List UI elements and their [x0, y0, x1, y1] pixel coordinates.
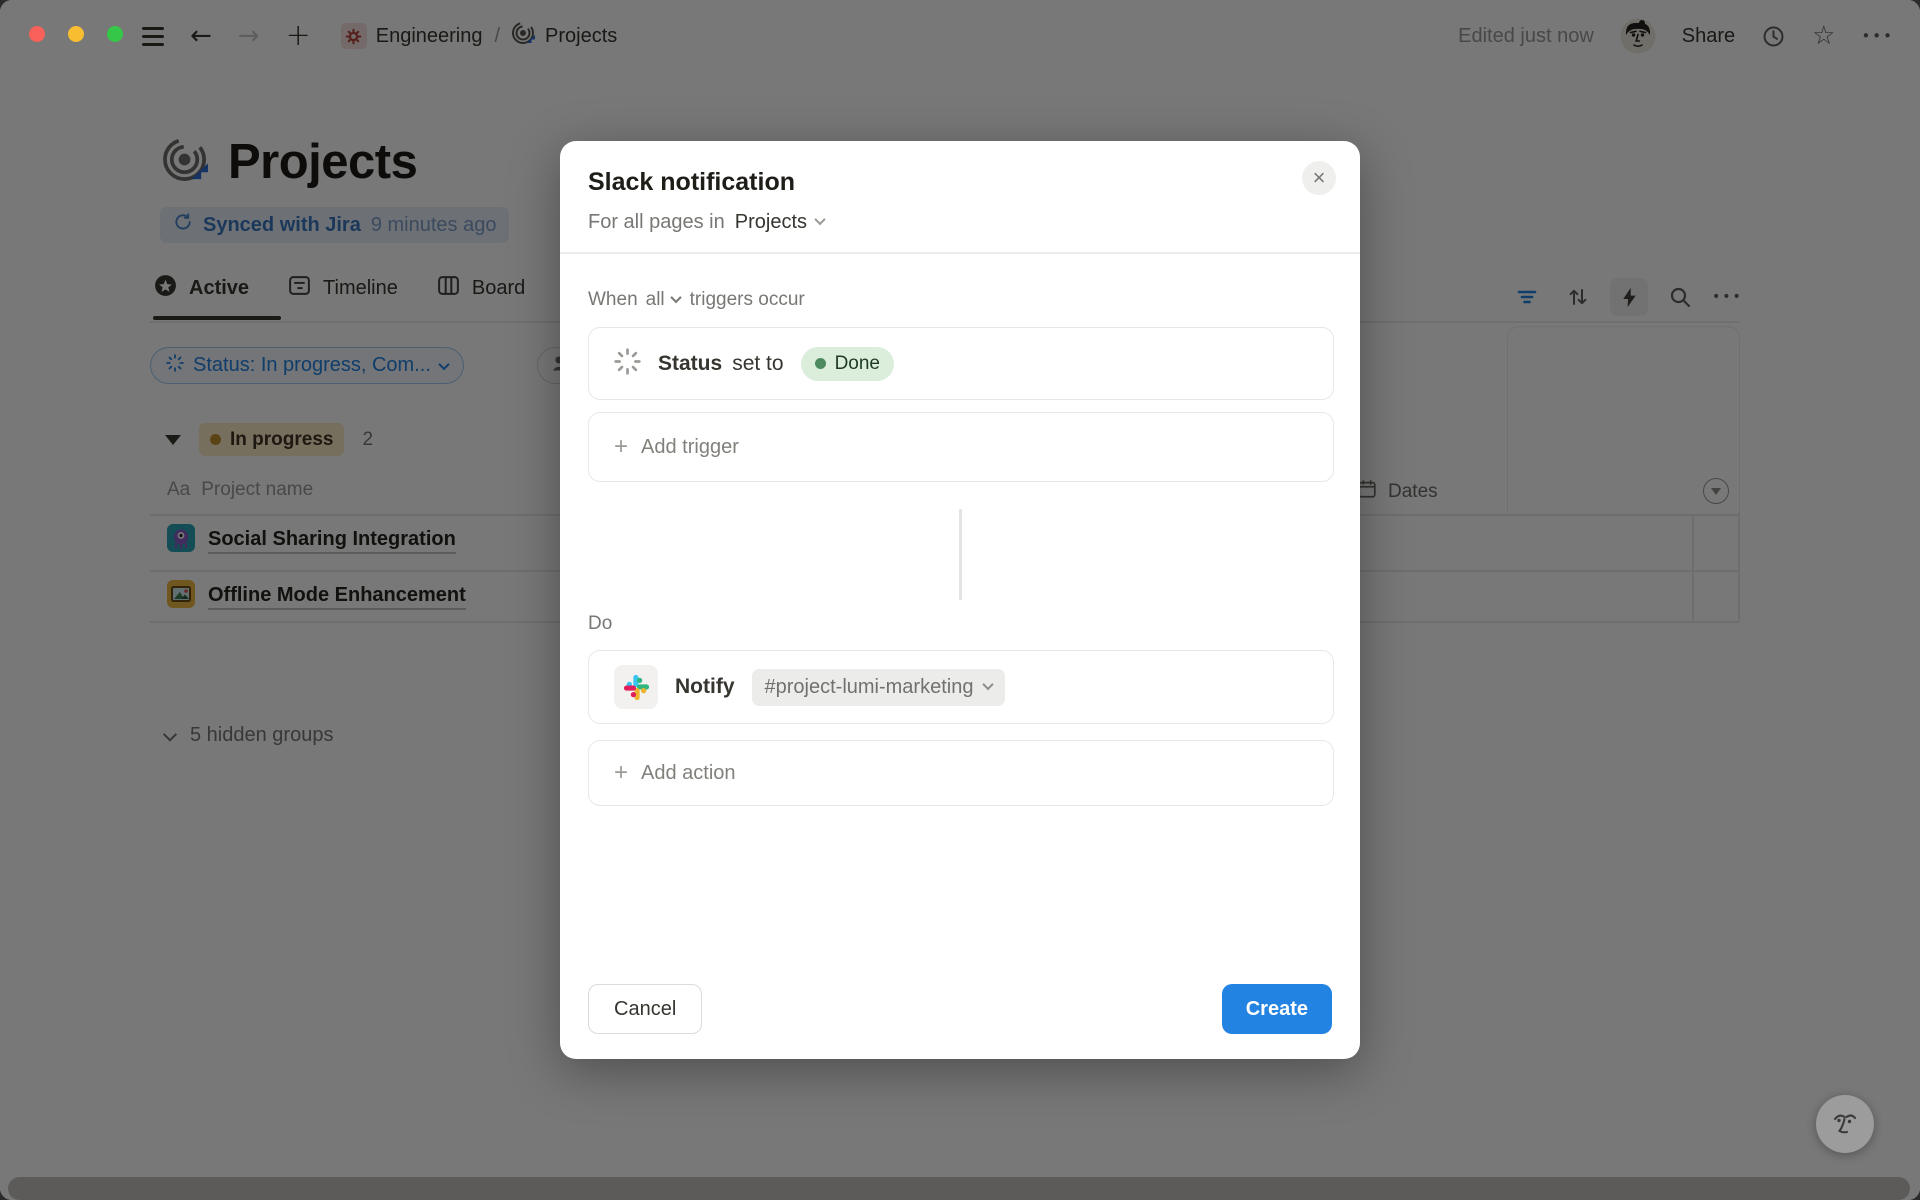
chevron-down-icon	[670, 291, 681, 302]
trigger-verb: set to	[732, 352, 783, 376]
modal-title: Slack notification	[588, 168, 795, 197]
do-label: Do	[588, 613, 612, 635]
scope-prefix: For all pages in	[588, 211, 725, 234]
modal-divider	[560, 252, 1360, 254]
slack-channel-value: #project-lumi-marketing	[765, 676, 974, 699]
slack-notification-modal: Slack notification For all pages in Proj…	[560, 141, 1360, 1059]
close-icon[interactable]: ×	[1302, 161, 1336, 195]
chevron-down-icon	[983, 678, 994, 689]
done-status-pill[interactable]: Done	[801, 347, 894, 381]
window-minimize-button[interactable]	[68, 26, 84, 42]
add-action-label: Add action	[641, 762, 736, 785]
done-label: Done	[835, 353, 880, 375]
notion-window: ← → + Engineering	[0, 0, 1920, 1200]
add-action-button[interactable]: + Add action	[588, 740, 1334, 806]
add-trigger-button[interactable]: + Add trigger	[588, 412, 1334, 482]
plus-icon: +	[614, 435, 628, 459]
status-spinner-icon	[614, 348, 641, 380]
trigger-action-connector	[959, 509, 962, 600]
when-prefix: When	[588, 289, 638, 311]
done-dot	[815, 358, 826, 369]
window-zoom-button[interactable]	[107, 26, 123, 42]
chevron-down-icon	[814, 214, 825, 225]
cancel-button[interactable]: Cancel	[588, 984, 702, 1034]
when-suffix: triggers occur	[690, 289, 805, 311]
slack-icon	[614, 665, 658, 709]
trigger-card[interactable]: Status set to Done	[588, 327, 1334, 400]
slack-channel-select[interactable]: #project-lumi-marketing	[752, 669, 1006, 706]
when-all-value: all	[646, 289, 665, 311]
notion-ai-face-button[interactable]	[1816, 1095, 1874, 1153]
create-button[interactable]: Create	[1222, 984, 1332, 1034]
scope-value: Projects	[735, 211, 807, 234]
plus-icon: +	[614, 761, 628, 785]
trigger-property: Status	[658, 352, 722, 376]
action-verb: Notify	[675, 675, 735, 699]
when-all-select[interactable]: all	[646, 289, 682, 311]
scope-select[interactable]: Projects	[735, 211, 824, 234]
action-card[interactable]: Notify #project-lumi-marketing	[588, 650, 1334, 724]
window-close-button[interactable]	[29, 26, 45, 42]
when-triggers-row: When all triggers occur	[588, 289, 805, 311]
modal-scope-row: For all pages in Projects	[588, 211, 824, 234]
add-trigger-label: Add trigger	[641, 436, 739, 459]
window-controls	[29, 26, 123, 42]
